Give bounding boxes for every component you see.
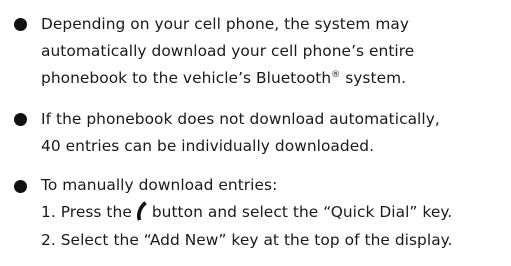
step-1: 1. Press the button and select the “Quick… xyxy=(41,199,452,226)
step-1-suffix: button and select the “Quick Dial” key. xyxy=(151,203,453,221)
bullet-2-line-2: 40 entries can be individually downloade… xyxy=(41,137,375,155)
bullet-dot xyxy=(14,18,27,31)
bullet-1-line-3-text: phonebook to the vehicle’s Bluetooth xyxy=(41,69,332,87)
step-2: 2. Select the “Add New” key at the top o… xyxy=(41,231,453,249)
bullet-3-line-1: To manually download entries: xyxy=(41,176,278,194)
bullet-dot xyxy=(14,180,27,193)
registered-trademark: ® xyxy=(331,70,341,80)
bullet-1-line-3: phonebook to the vehicle’s Bluetooth® sy… xyxy=(41,65,406,92)
bullet-2-line-1: If the phonebook does not download autom… xyxy=(41,110,440,128)
bullet-1-line-2: automatically download your cell phone’s… xyxy=(41,42,415,60)
bullet-1-line-1: Depending on your cell phone, the system… xyxy=(41,15,410,33)
step-1-prefix: 1. Press the xyxy=(41,203,132,221)
bullet-1-line-3-end: system. xyxy=(340,69,407,87)
phone-handset-icon xyxy=(135,200,151,222)
bullet-dot xyxy=(14,113,27,126)
